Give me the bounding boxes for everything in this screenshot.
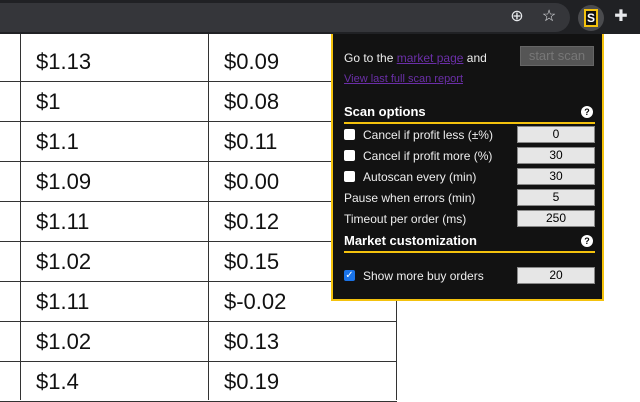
extension-popup: Go to the market page and start scan Vie… bbox=[331, 34, 604, 301]
option-label: Show more buy orders bbox=[363, 269, 484, 283]
option-checkbox[interactable] bbox=[344, 171, 355, 182]
table-cell: $1.11 bbox=[36, 209, 90, 234]
scan-option: Cancel if profit more (%) 30 bbox=[344, 147, 595, 165]
table-cell: $0.13 bbox=[224, 329, 280, 354]
table-cell: $0.08 bbox=[224, 89, 280, 114]
market-customization-title: Market customization bbox=[344, 233, 477, 248]
option-input[interactable]: 30 bbox=[517, 168, 595, 185]
scan-options-help-icon[interactable]: ? bbox=[581, 106, 593, 118]
option-label: Cancel if profit less (±%) bbox=[363, 128, 493, 142]
table-cell: $1.1 bbox=[36, 129, 79, 154]
table-row: $1.02 $0.13 bbox=[0, 322, 397, 362]
star-icon[interactable]: ☆ bbox=[538, 6, 560, 28]
table-cell: $1.09 bbox=[36, 169, 92, 194]
table-row: $1.4 $0.19 bbox=[0, 362, 397, 402]
extension-button[interactable]: S bbox=[578, 5, 604, 31]
column-divider bbox=[20, 34, 21, 400]
show-more-input[interactable]: 20 bbox=[517, 267, 595, 284]
table-cell: $0.00 bbox=[224, 169, 280, 194]
market-page-link[interactable]: market page bbox=[397, 51, 464, 65]
scan-option: Timeout per order (ms) 250 bbox=[344, 210, 595, 228]
goto-text: Go to the market page and bbox=[344, 51, 487, 65]
option-checkbox[interactable] bbox=[344, 150, 355, 161]
column-divider bbox=[208, 34, 209, 400]
show-more-checkbox[interactable]: ✓ bbox=[344, 270, 355, 281]
option-input[interactable]: 250 bbox=[517, 210, 595, 227]
option-label: Autoscan every (min) bbox=[363, 170, 477, 184]
start-scan-button[interactable]: start scan bbox=[520, 46, 594, 66]
table-cell: $0.12 bbox=[224, 209, 280, 234]
table-cell: $0.11 bbox=[224, 129, 278, 154]
table-cell: $0.09 bbox=[224, 49, 280, 74]
browser-toolbar: ⊕ ☆ S ✚ bbox=[0, 0, 640, 34]
table-cell: $1.11 bbox=[36, 289, 90, 314]
table-cell: $0.15 bbox=[224, 249, 280, 274]
option-label: Pause when errors (min) bbox=[344, 191, 476, 205]
extension-s-icon: S bbox=[584, 9, 598, 27]
show-more-buy-orders-option: ✓ Show more buy orders 20 bbox=[344, 267, 595, 285]
table-cell: $1.02 bbox=[36, 249, 92, 274]
market-customization-help-icon[interactable]: ? bbox=[581, 235, 593, 247]
goto-prefix: Go to the bbox=[344, 51, 394, 65]
market-customization-heading: Market customization? bbox=[344, 233, 595, 253]
scan-report-link[interactable]: View last full scan report bbox=[344, 73, 463, 85]
table-cell: $1.4 bbox=[36, 369, 79, 394]
scan-options-heading: Scan options? bbox=[344, 104, 595, 124]
table-cell: $1.02 bbox=[36, 329, 92, 354]
table-cell: $-0.02 bbox=[224, 289, 287, 314]
option-input[interactable]: 30 bbox=[517, 147, 595, 164]
scan-option: Autoscan every (min) 30 bbox=[344, 168, 595, 186]
scan-option: Cancel if profit less (±%) 0 bbox=[344, 126, 595, 144]
option-input[interactable]: 0 bbox=[517, 126, 595, 143]
table-cell: $0.19 bbox=[224, 369, 280, 394]
option-label: Timeout per order (ms) bbox=[344, 212, 467, 226]
puzzle-icon[interactable]: ✚ bbox=[610, 6, 632, 28]
scan-options-title: Scan options bbox=[344, 104, 426, 119]
table-cell: $1.13 bbox=[36, 49, 92, 74]
goto-suffix: and bbox=[466, 51, 487, 65]
option-checkbox[interactable] bbox=[344, 129, 355, 140]
zoom-in-icon[interactable]: ⊕ bbox=[506, 6, 528, 28]
option-input[interactable]: 5 bbox=[517, 189, 595, 206]
address-bar[interactable] bbox=[0, 3, 570, 32]
option-label: Cancel if profit more (%) bbox=[363, 149, 493, 163]
scan-option: Pause when errors (min) 5 bbox=[344, 189, 595, 207]
table-cell: $1 bbox=[36, 89, 61, 114]
